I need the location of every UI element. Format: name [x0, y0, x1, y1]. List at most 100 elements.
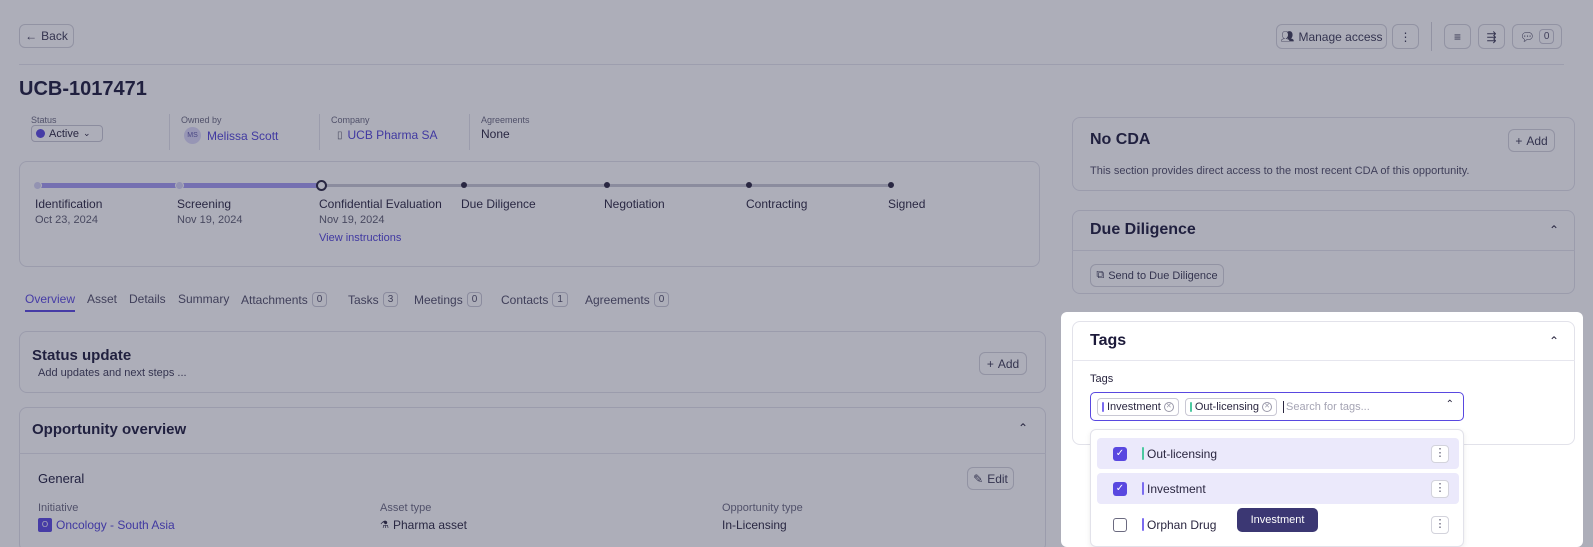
asset-type-value: ⚗ Pharma asset	[380, 518, 468, 532]
toolbar-divider	[1431, 22, 1432, 51]
add-cda-button[interactable]: + Add	[1508, 129, 1555, 152]
agreements-value: None	[481, 127, 510, 141]
plus-icon: +	[1515, 133, 1523, 148]
header-divider	[19, 64, 1564, 65]
tag-chip: Out-licensing ✕	[1184, 397, 1278, 416]
general-section-title: General	[38, 471, 85, 486]
stage-marker-current	[316, 180, 327, 191]
edit-button[interactable]: ✎ Edit	[967, 467, 1014, 490]
flask-icon: ⚗	[380, 519, 389, 531]
tags-title: Tags	[1090, 332, 1127, 349]
overview-title: Opportunity overview	[32, 421, 187, 438]
asset-type-label: Asset type	[380, 502, 432, 514]
tags-card	[1072, 321, 1575, 445]
meta-divider	[469, 114, 470, 150]
comments-button[interactable]: 💬︎ 0	[1512, 24, 1562, 49]
status-update-title: Status update	[32, 347, 132, 364]
tags-select[interactable]: Investment ✕ Out-licensing ✕ Search for …	[1090, 392, 1464, 421]
stage-marker-done	[33, 181, 42, 190]
stage-marker	[888, 182, 894, 188]
tab-contacts[interactable]: Contacts 1	[501, 292, 568, 307]
send-to-due-diligence-button[interactable]: ⧉ Send to Due Diligence	[1090, 264, 1224, 287]
kebab-icon[interactable]: ⋮	[1431, 479, 1449, 498]
stage-name: Identification	[35, 197, 103, 211]
stage-date: Oct 23, 2024	[35, 214, 98, 226]
tab-overview[interactable]: Overview	[25, 292, 75, 306]
database-button[interactable]: ≡	[1444, 24, 1471, 49]
more-options-button[interactable]: ⋮	[1392, 24, 1419, 49]
meta-divider	[319, 114, 320, 150]
due-diligence-title: Due Diligence	[1090, 221, 1196, 238]
users-icon: 👥︎	[1280, 31, 1295, 43]
checkbox-checked[interactable]: ✓	[1113, 481, 1127, 496]
company-label: Company	[331, 115, 370, 125]
checkbox-unchecked[interactable]	[1113, 517, 1127, 532]
stage-date: Nov 19, 2024	[177, 214, 243, 226]
due-diligence-divider	[1072, 250, 1575, 251]
stage-name: Negotiation	[604, 197, 665, 211]
owner-link[interactable]: MS Melissa Scott	[184, 127, 278, 144]
manage-access-button[interactable]: 👥︎ Manage access	[1276, 24, 1387, 49]
tags-search-input[interactable]: Search for tags...	[1283, 400, 1370, 413]
tag-color-bar	[1142, 518, 1144, 531]
kebab-icon[interactable]: ⋮	[1431, 444, 1449, 463]
remove-tag-icon[interactable]: ✕	[1163, 401, 1174, 412]
tab-attachments[interactable]: Attachments 0	[241, 292, 328, 307]
stage-marker	[746, 182, 752, 188]
agreements-label: Agreements	[481, 115, 530, 125]
plus-icon: +	[986, 356, 994, 371]
stage-name: Signed	[888, 197, 926, 211]
tag-option[interactable]: ✓ Investment ⋮	[1097, 473, 1459, 504]
kebab-icon[interactable]: ⋮	[1431, 515, 1449, 534]
building-icon: ▯	[337, 129, 343, 141]
initiative-badge: O	[38, 518, 52, 532]
tags-field-label: Tags	[1090, 373, 1114, 385]
stage-name: Screening	[177, 197, 232, 211]
company-link[interactable]: ▯ UCB Pharma SA	[337, 128, 438, 142]
status-dot-icon	[36, 129, 45, 138]
view-instructions-link[interactable]: View instructions	[319, 232, 401, 244]
page-title: UCB-1017471	[19, 78, 147, 100]
opportunity-type-label: Opportunity type	[722, 502, 803, 514]
chevron-up-icon[interactable]: ⌃	[1549, 223, 1559, 237]
initiative-link[interactable]: O Oncology - South Asia	[38, 518, 175, 532]
checkbox-checked[interactable]: ✓	[1113, 446, 1127, 461]
tab-agreements[interactable]: Agreements 0	[585, 292, 670, 307]
add-status-button[interactable]: + Add	[979, 352, 1027, 375]
chevron-up-icon[interactable]: ⌃	[1018, 421, 1028, 435]
status-dropdown[interactable]: Active ⌄	[31, 125, 103, 142]
stage-name: Due Diligence	[461, 197, 536, 211]
avatar: MS	[184, 127, 201, 144]
stage-date: Nov 19, 2024	[319, 214, 385, 226]
comments-count: 0	[1538, 29, 1555, 44]
workflow-icon: ⇶	[1486, 29, 1497, 44]
remove-tag-icon[interactable]: ✕	[1262, 401, 1273, 412]
stage-marker	[461, 182, 467, 188]
kebab-icon: ⋮	[1399, 29, 1412, 44]
owner-label: Owned by	[181, 115, 222, 125]
stage-name: Confidential Evaluation	[319, 197, 442, 211]
status-update-subtitle: Add updates and next steps ...	[38, 367, 187, 379]
arrow-left-icon: ←	[25, 29, 38, 43]
overview-divider	[19, 453, 1046, 454]
back-button[interactable]: ← Back	[19, 24, 74, 48]
workflow-button[interactable]: ⇶	[1478, 24, 1505, 49]
tag-color-bar	[1142, 447, 1144, 460]
chevron-up-icon[interactable]: ⌃	[1549, 334, 1559, 348]
status-update-card	[19, 331, 1046, 393]
tab-summary[interactable]: Summary	[178, 292, 229, 306]
tag-color-bar	[1102, 401, 1104, 412]
chevron-up-icon[interactable]: ⌃	[1446, 399, 1454, 410]
comments-icon: 💬︎	[1519, 29, 1535, 44]
copy-icon: ⧉	[1096, 269, 1105, 281]
tab-meetings[interactable]: Meetings 0	[414, 292, 483, 307]
tag-option[interactable]: ✓ Out-licensing ⋮	[1097, 438, 1459, 469]
tooltip: Investment	[1237, 508, 1318, 532]
status-label: Status	[31, 115, 57, 125]
tab-details[interactable]: Details	[129, 292, 166, 306]
tab-asset[interactable]: Asset	[87, 292, 117, 306]
cda-title: No CDA	[1090, 131, 1151, 148]
tag-chip: Investment ✕	[1097, 397, 1179, 416]
opportunity-type-value: In-Licensing	[722, 518, 787, 532]
tab-tasks[interactable]: Tasks 3	[348, 292, 399, 307]
